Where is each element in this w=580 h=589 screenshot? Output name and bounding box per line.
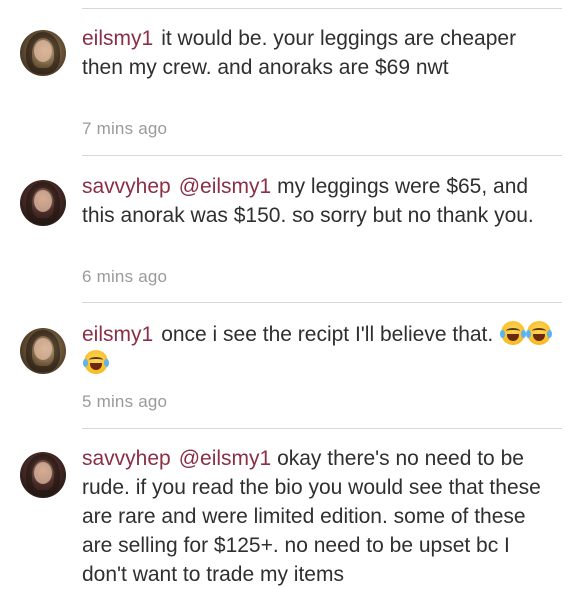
face-with-tears-of-joy-icon [526, 321, 553, 345]
comment-username[interactable]: eilsmy1 [82, 27, 153, 50]
comment-text: eilsmy1 once i see the recipt I'll believ… [82, 320, 553, 378]
comment-username[interactable]: savvyhep [82, 175, 171, 198]
comment-body: once i see the recipt I'll believe that. [161, 323, 494, 346]
comment-divider [82, 428, 562, 429]
comment-timestamp: 7 mins ago [82, 119, 168, 138]
avatar[interactable] [20, 328, 66, 374]
comment-divider [82, 155, 562, 156]
comment-timestamp: 6 mins ago [82, 267, 168, 286]
comment-divider [82, 8, 562, 9]
comment-text: savvyhep @eilsmy1 okay there's no need to… [82, 444, 552, 589]
avatar[interactable] [20, 180, 66, 226]
comment-divider [82, 302, 562, 303]
comment-mention[interactable]: @eilsmy1 [179, 175, 272, 198]
avatar[interactable] [20, 452, 66, 498]
comment-text: savvyhep @eilsmy1 my leggings were $65, a… [82, 172, 552, 230]
face-with-tears-of-joy-icon [83, 350, 109, 374]
avatar[interactable] [20, 30, 66, 76]
comment-username[interactable]: eilsmy1 [82, 323, 153, 346]
comment-mention[interactable]: @eilsmy1 [179, 447, 272, 470]
comment-timestamp: 5 mins ago [82, 392, 168, 411]
comment-text: eilsmy1 it would be. your leggings are ch… [82, 24, 552, 82]
comment-username[interactable]: savvyhep [82, 447, 171, 470]
face-with-tears-of-joy-icon [500, 321, 527, 345]
